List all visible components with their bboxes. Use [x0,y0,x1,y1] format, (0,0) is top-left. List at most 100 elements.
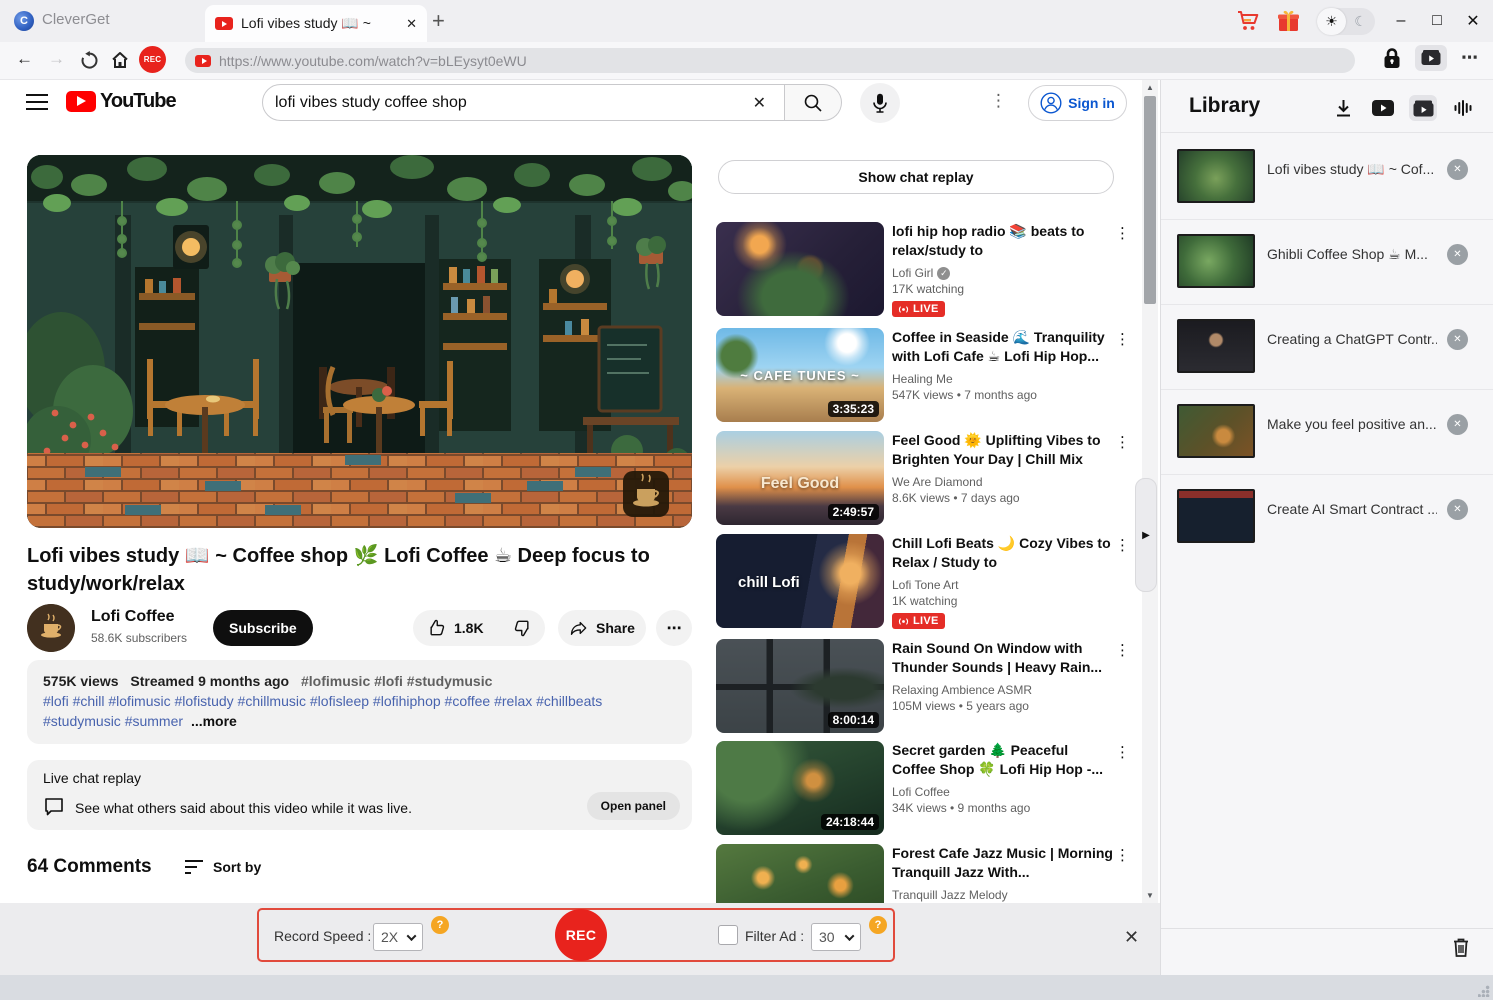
library-thumbnail[interactable] [1177,319,1255,373]
youtube-menu-icon[interactable]: ⋮ [990,91,1007,111]
video-player[interactable] [27,155,692,528]
inline-hashtags[interactable]: #lofimusic #lofi #studymusic [301,673,492,689]
tab-close-icon[interactable]: ✕ [406,16,417,32]
share-button[interactable]: Share [558,610,646,646]
open-panel-button[interactable]: Open panel [587,792,680,820]
video-description[interactable]: 575K views Streamed 9 months ago #lofimu… [27,660,692,744]
library-thumbnail[interactable] [1177,149,1255,203]
show-chat-replay-button[interactable]: Show chat replay [718,160,1114,194]
resize-grip[interactable] [1478,985,1490,997]
filter-help-icon[interactable]: ? [869,916,887,934]
search-box[interactable]: ✕ [262,84,785,121]
video-options-icon[interactable]: ⋮ [1115,330,1130,348]
back-button[interactable]: ← [16,49,33,69]
dislike-button[interactable] [496,618,548,638]
url-bar[interactable]: https://www.youtube.com/watch?v=bLEysyt0… [185,48,1355,73]
library-thumbnail[interactable] [1177,404,1255,458]
light-mode-icon[interactable]: ☀ [1317,8,1346,35]
search-input[interactable] [275,94,747,112]
youtube-logo[interactable]: YouTube [66,90,176,113]
speed-help-icon[interactable]: ? [431,916,449,934]
video-thumbnail[interactable]: 8:00:14 [716,639,884,733]
theme-toggle[interactable]: ☀ ☾ [1317,8,1375,35]
remove-item-button[interactable]: ✕ [1447,414,1468,435]
lock-icon[interactable] [1383,47,1401,69]
channel-name[interactable]: Lofi Coffee [91,608,175,626]
library-item[interactable]: Create AI Smart Contract ... ✕ [1161,475,1493,560]
video-thumbnail[interactable]: ~ CAFE TUNES ~ 3:35:23 [716,328,884,422]
search-button[interactable] [785,84,842,121]
forward-button[interactable]: → [48,49,65,69]
related-video-item[interactable]: 8:00:14 Rain Sound On Window with Thunde… [716,639,1130,733]
related-video-item[interactable]: ~ CAFE TUNES ~ 3:35:23 Coffee in Seaside… [716,328,1130,422]
audio-tab-button[interactable] [1449,95,1477,121]
browser-menu-icon[interactable]: ⋯ [1461,48,1479,68]
video-options-icon[interactable]: ⋮ [1115,641,1130,659]
related-video-item[interactable]: chill Lofi Chill Lofi Beats 🌙 Cozy Vibes… [716,534,1130,628]
close-record-bar-button[interactable]: ✕ [1124,927,1139,948]
cart-icon[interactable] [1236,10,1260,32]
library-item[interactable]: Make you feel positive an... ✕ [1161,390,1493,475]
recordings-tab-button[interactable] [1409,95,1437,121]
video-options-icon[interactable]: ⋮ [1115,224,1130,242]
video-options-icon[interactable]: ⋮ [1115,846,1130,864]
sort-by-button[interactable]: Sort by [185,859,261,875]
library-thumbnail[interactable] [1177,489,1255,543]
rec-button[interactable]: REC [555,909,607,961]
remove-item-button[interactable]: ✕ [1447,329,1468,350]
live-chat-title: Live chat replay [43,770,141,786]
more-actions-button[interactable]: ⋯ [656,610,692,646]
remove-item-button[interactable]: ✕ [1447,159,1468,180]
youtube-downloads-tab-button[interactable] [1369,95,1397,121]
hamburger-menu-icon[interactable] [26,94,48,110]
related-video-item[interactable]: 24:18:44 Secret garden 🌲 Peaceful Coffee… [716,741,1130,835]
channel-avatar[interactable] [27,604,75,652]
library-item[interactable]: Ghibli Coffee Shop ☕ M... ✕ [1161,220,1493,305]
related-video-item[interactable]: Forest Cafe Jazz Forest Cafe Jazz Music … [716,844,1130,903]
filter-ad-select[interactable]: 30 [811,923,861,951]
remove-item-button[interactable]: ✕ [1447,244,1468,265]
scrollbar-thumb[interactable] [1144,96,1156,304]
browser-tab[interactable]: Lofi vibes study 📖 ~ ✕ [205,5,427,42]
hashtag-links[interactable]: #lofi #chill #lofimusic #lofistudy #chil… [43,693,602,709]
video-thumbnail[interactable]: Feel Good 2:49:57 [716,431,884,525]
filter-ad-checkbox[interactable] [718,925,738,945]
search-icon [803,93,823,113]
like-button[interactable]: 1.8K [413,618,496,638]
dark-mode-icon[interactable]: ☾ [1346,8,1375,35]
sign-in-button[interactable]: Sign in [1028,85,1127,121]
remove-item-button[interactable]: ✕ [1447,499,1468,520]
gift-icon[interactable] [1276,10,1301,33]
related-video-item[interactable]: Feel Good 2:49:57 Feel Good 🌞 Uplifting … [716,431,1130,525]
maximize-button[interactable]: □ [1427,12,1447,30]
video-thumbnail[interactable] [716,222,884,316]
downloads-tab-button[interactable] [1329,95,1357,121]
search-clear-icon[interactable]: ✕ [747,93,772,113]
home-button[interactable] [110,50,130,70]
recorder-panel-button[interactable] [1415,45,1447,71]
trash-icon[interactable] [1451,936,1471,958]
new-tab-button[interactable]: + [432,9,445,33]
hashtag-links-2[interactable]: #studymusic #summer [43,713,183,729]
subscribe-button[interactable]: Subscribe [213,610,313,646]
library-item[interactable]: Creating a ChatGPT Contr... ✕ [1161,305,1493,390]
close-window-button[interactable]: ✕ [1463,11,1483,31]
record-speed-select[interactable]: 2X [373,923,423,951]
library-item[interactable]: Lofi vibes study 📖 ~ Cof... ✕ [1161,135,1493,220]
voice-search-button[interactable] [860,83,900,123]
scroll-up-icon[interactable]: ▲ [1142,83,1158,92]
related-video-item[interactable]: lofi hip hop radio 📚 beats to relax/stud… [716,222,1130,316]
video-options-icon[interactable]: ⋮ [1115,536,1130,554]
video-thumbnail[interactable]: chill Lofi [716,534,884,628]
library-thumbnail[interactable] [1177,234,1255,288]
reload-button[interactable] [80,51,99,70]
video-thumbnail[interactable]: Forest Cafe Jazz [716,844,884,903]
scroll-down-icon[interactable]: ▼ [1142,891,1158,900]
rec-status-badge[interactable]: REC [139,46,166,73]
minimize-button[interactable]: – [1391,12,1411,30]
video-options-icon[interactable]: ⋮ [1115,743,1130,761]
video-thumbnail[interactable]: 24:18:44 [716,741,884,835]
panel-expand-handle[interactable]: ▶ [1135,478,1157,592]
video-options-icon[interactable]: ⋮ [1115,433,1130,451]
show-more-link[interactable]: ...more [191,713,237,729]
